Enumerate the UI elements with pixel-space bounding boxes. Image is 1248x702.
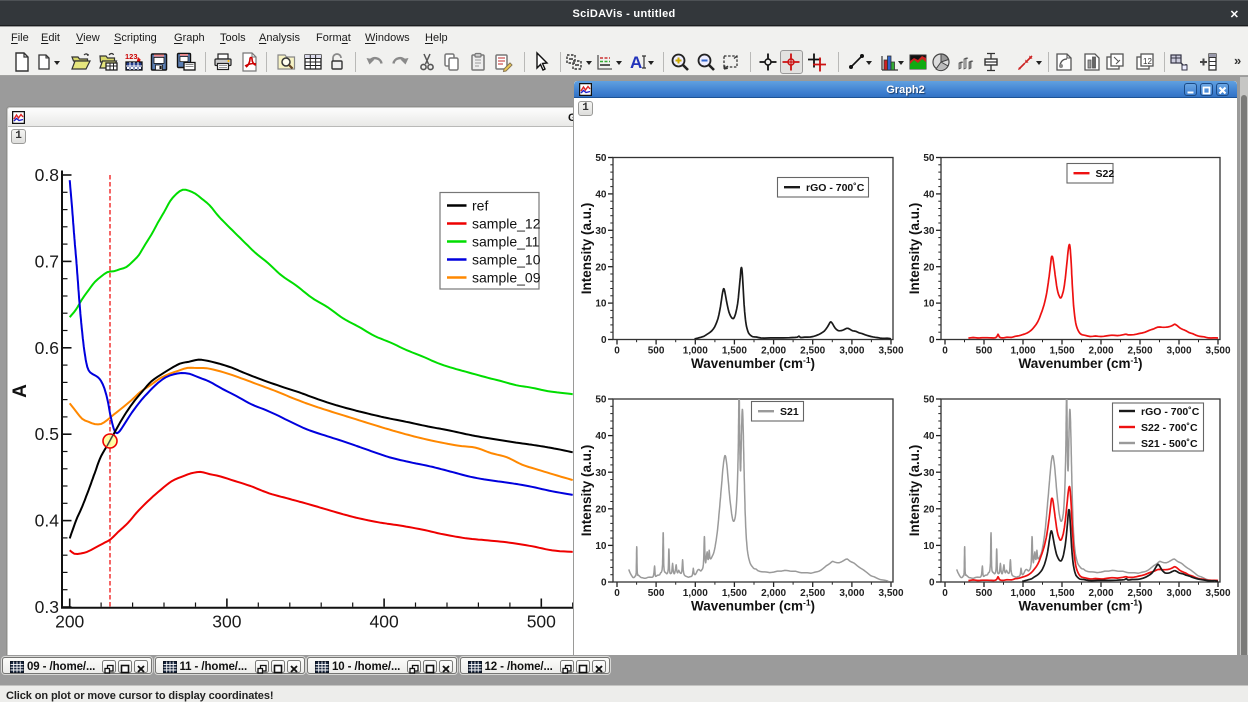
svg-text:0.5: 0.5	[35, 424, 59, 444]
svg-text:1,500: 1,500	[722, 346, 747, 357]
svg-text:Intensity (a.u.): Intensity (a.u.)	[907, 445, 922, 537]
svg-text:1,500: 1,500	[722, 588, 747, 599]
svg-text:S22 - 700˚C: S22 - 700˚C	[1141, 422, 1198, 434]
svg-text:12: 12	[1143, 57, 1152, 66]
svg-text:2,000: 2,000	[761, 588, 786, 599]
svg-text:200: 200	[55, 612, 84, 632]
svg-text:Wavenumber (cm-1): Wavenumber (cm-1)	[691, 355, 815, 371]
svg-text:0.8: 0.8	[35, 165, 59, 185]
svg-text:20: 20	[923, 262, 935, 273]
svg-text:0: 0	[614, 346, 620, 357]
svg-text:40: 40	[923, 431, 935, 442]
svg-text:A: A	[10, 384, 31, 398]
svg-text:40: 40	[595, 431, 607, 442]
svg-text:3,500: 3,500	[1205, 588, 1230, 599]
svg-text:50: 50	[595, 153, 607, 164]
svg-text:1,000: 1,000	[1010, 588, 1035, 599]
svg-text:10: 10	[923, 541, 935, 552]
svg-text:20: 20	[595, 262, 607, 273]
svg-text:0: 0	[614, 588, 620, 599]
svg-text:S21: S21	[780, 406, 799, 418]
svg-text:1,500: 1,500	[1049, 588, 1074, 599]
svg-text:1,000: 1,000	[1010, 346, 1035, 357]
svg-text:3,500: 3,500	[878, 346, 903, 357]
svg-text:Wavenumber (cm-1): Wavenumber (cm-1)	[1018, 598, 1142, 614]
svg-text:30: 30	[595, 468, 607, 479]
svg-text:30: 30	[595, 226, 607, 237]
svg-text:3,000: 3,000	[839, 346, 864, 357]
svg-text:sample_12: sample_12	[472, 216, 541, 232]
svg-text:500: 500	[648, 346, 665, 357]
svg-text:Intensity (a.u.): Intensity (a.u.)	[907, 203, 922, 295]
svg-text:ref: ref	[472, 198, 488, 214]
svg-text:10: 10	[595, 541, 607, 552]
svg-text:2,000: 2,000	[1088, 588, 1113, 599]
svg-text:50: 50	[923, 395, 935, 406]
svg-text:3,000: 3,000	[839, 588, 864, 599]
svg-text:Wavenumber (cm-1): Wavenumber (cm-1)	[691, 598, 815, 614]
svg-text:50: 50	[923, 153, 935, 164]
svg-text:30: 30	[923, 226, 935, 237]
svg-text:0.7: 0.7	[35, 251, 59, 271]
svg-text:0: 0	[601, 578, 607, 589]
svg-text:rGO - 700˚C: rGO - 700˚C	[806, 182, 865, 194]
svg-text:50: 50	[595, 395, 607, 406]
svg-text:1,500: 1,500	[1049, 346, 1074, 357]
svg-text:3,500: 3,500	[1205, 346, 1230, 357]
svg-text:Wavenumber (cm-1): Wavenumber (cm-1)	[1018, 355, 1142, 371]
svg-text:500: 500	[976, 346, 993, 357]
svg-text:500: 500	[976, 588, 993, 599]
svg-text:10: 10	[595, 299, 607, 310]
svg-text:0.6: 0.6	[35, 338, 59, 358]
svg-text:sample_11: sample_11	[472, 234, 540, 250]
svg-text:Intensity (a.u.): Intensity (a.u.)	[579, 445, 594, 537]
svg-text:0: 0	[942, 346, 948, 357]
svg-text:sample_09: sample_09	[472, 270, 541, 286]
svg-text:A: A	[630, 53, 642, 72]
svg-text:3,000: 3,000	[1166, 346, 1191, 357]
svg-text:30: 30	[923, 468, 935, 479]
svg-text:1,000: 1,000	[683, 346, 708, 357]
svg-text:sample_10: sample_10	[472, 252, 541, 268]
svg-text:0: 0	[601, 335, 607, 346]
svg-text:300: 300	[212, 612, 241, 632]
svg-text:0: 0	[942, 588, 948, 599]
svg-text:Intensity (a.u.): Intensity (a.u.)	[579, 203, 594, 295]
svg-text:123: 123	[125, 52, 138, 61]
svg-text:3,000: 3,000	[1166, 588, 1191, 599]
svg-text:2,000: 2,000	[1088, 346, 1113, 357]
svg-text:400: 400	[369, 612, 398, 632]
svg-text:S21 - 500˚C: S21 - 500˚C	[1141, 438, 1198, 450]
svg-text:0.4: 0.4	[35, 511, 60, 531]
svg-text:40: 40	[595, 190, 607, 201]
svg-text:S22: S22	[1096, 168, 1115, 180]
svg-text:3,500: 3,500	[878, 588, 903, 599]
svg-text:10: 10	[923, 299, 935, 310]
svg-text:rGO - 700˚C: rGO - 700˚C	[1141, 406, 1200, 418]
svg-text:500: 500	[527, 612, 556, 632]
svg-text:20: 20	[595, 504, 607, 515]
svg-text:20: 20	[923, 504, 935, 515]
svg-text:0: 0	[929, 578, 935, 589]
svg-text:2,000: 2,000	[761, 346, 786, 357]
svg-text:1,000: 1,000	[683, 588, 708, 599]
svg-text:0: 0	[929, 335, 935, 346]
svg-text:500: 500	[648, 588, 665, 599]
svg-text:40: 40	[923, 190, 935, 201]
